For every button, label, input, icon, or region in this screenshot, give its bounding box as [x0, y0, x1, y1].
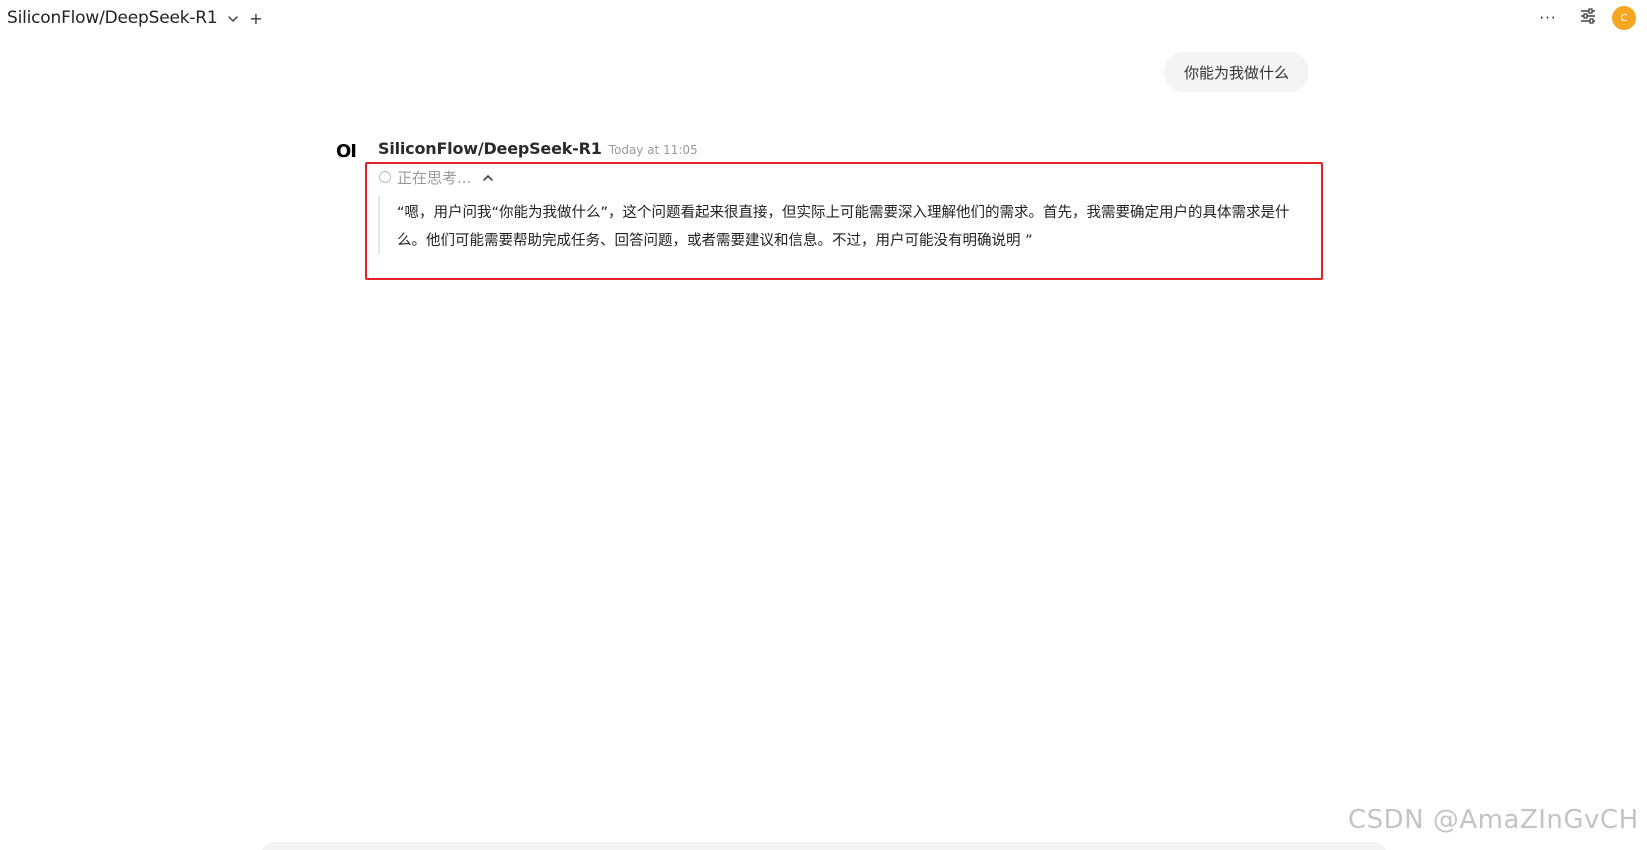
user-message-text: 你能为我做什么	[1184, 63, 1290, 82]
message-timestamp: Today at 11:05	[608, 143, 698, 157]
chat-page: SiliconFlow/DeepSeek-R1 + ··· C 你能为我做什么 …	[0, 0, 1647, 850]
user-message-bubble: 你能为我做什么	[1164, 52, 1310, 92]
sliders-icon	[1579, 7, 1597, 29]
plus-icon: +	[249, 8, 263, 28]
model-name: SiliconFlow/DeepSeek-R1	[7, 8, 218, 28]
add-model-button[interactable]: +	[246, 6, 266, 30]
controls-button[interactable]	[1576, 6, 1600, 30]
reasoning-text: “嗯，用户问我“你能为我做什么”，这个问题看起来很直接，但实际上可能需要深入理解…	[397, 205, 1290, 249]
model-selector[interactable]: SiliconFlow/DeepSeek-R1	[7, 6, 240, 30]
assistant-name: SiliconFlow/DeepSeek-R1	[378, 139, 602, 158]
ellipsis-icon: ···	[1539, 9, 1557, 27]
assistant-logo: OI	[336, 141, 357, 162]
top-bar: SiliconFlow/DeepSeek-R1 + ··· C	[0, 0, 1647, 36]
chevron-down-icon	[226, 11, 240, 25]
more-options-button[interactable]: ···	[1535, 6, 1561, 30]
loading-spinner-icon	[379, 171, 391, 183]
thinking-toggle[interactable]: 正在思考...	[379, 166, 495, 188]
user-avatar[interactable]: C	[1612, 6, 1636, 30]
thinking-label: 正在思考...	[397, 168, 472, 187]
assistant-header: SiliconFlow/DeepSeek-R1 Today at 11:05	[378, 139, 698, 161]
reasoning-block: “嗯，用户问我“你能为我做什么”，这个问题看起来很直接，但实际上可能需要深入理解…	[378, 196, 1316, 254]
chevron-up-icon	[481, 170, 495, 184]
watermark: CSDN @AmaZInGvCH	[1348, 805, 1639, 835]
message-input-bar[interactable]	[260, 842, 1388, 850]
